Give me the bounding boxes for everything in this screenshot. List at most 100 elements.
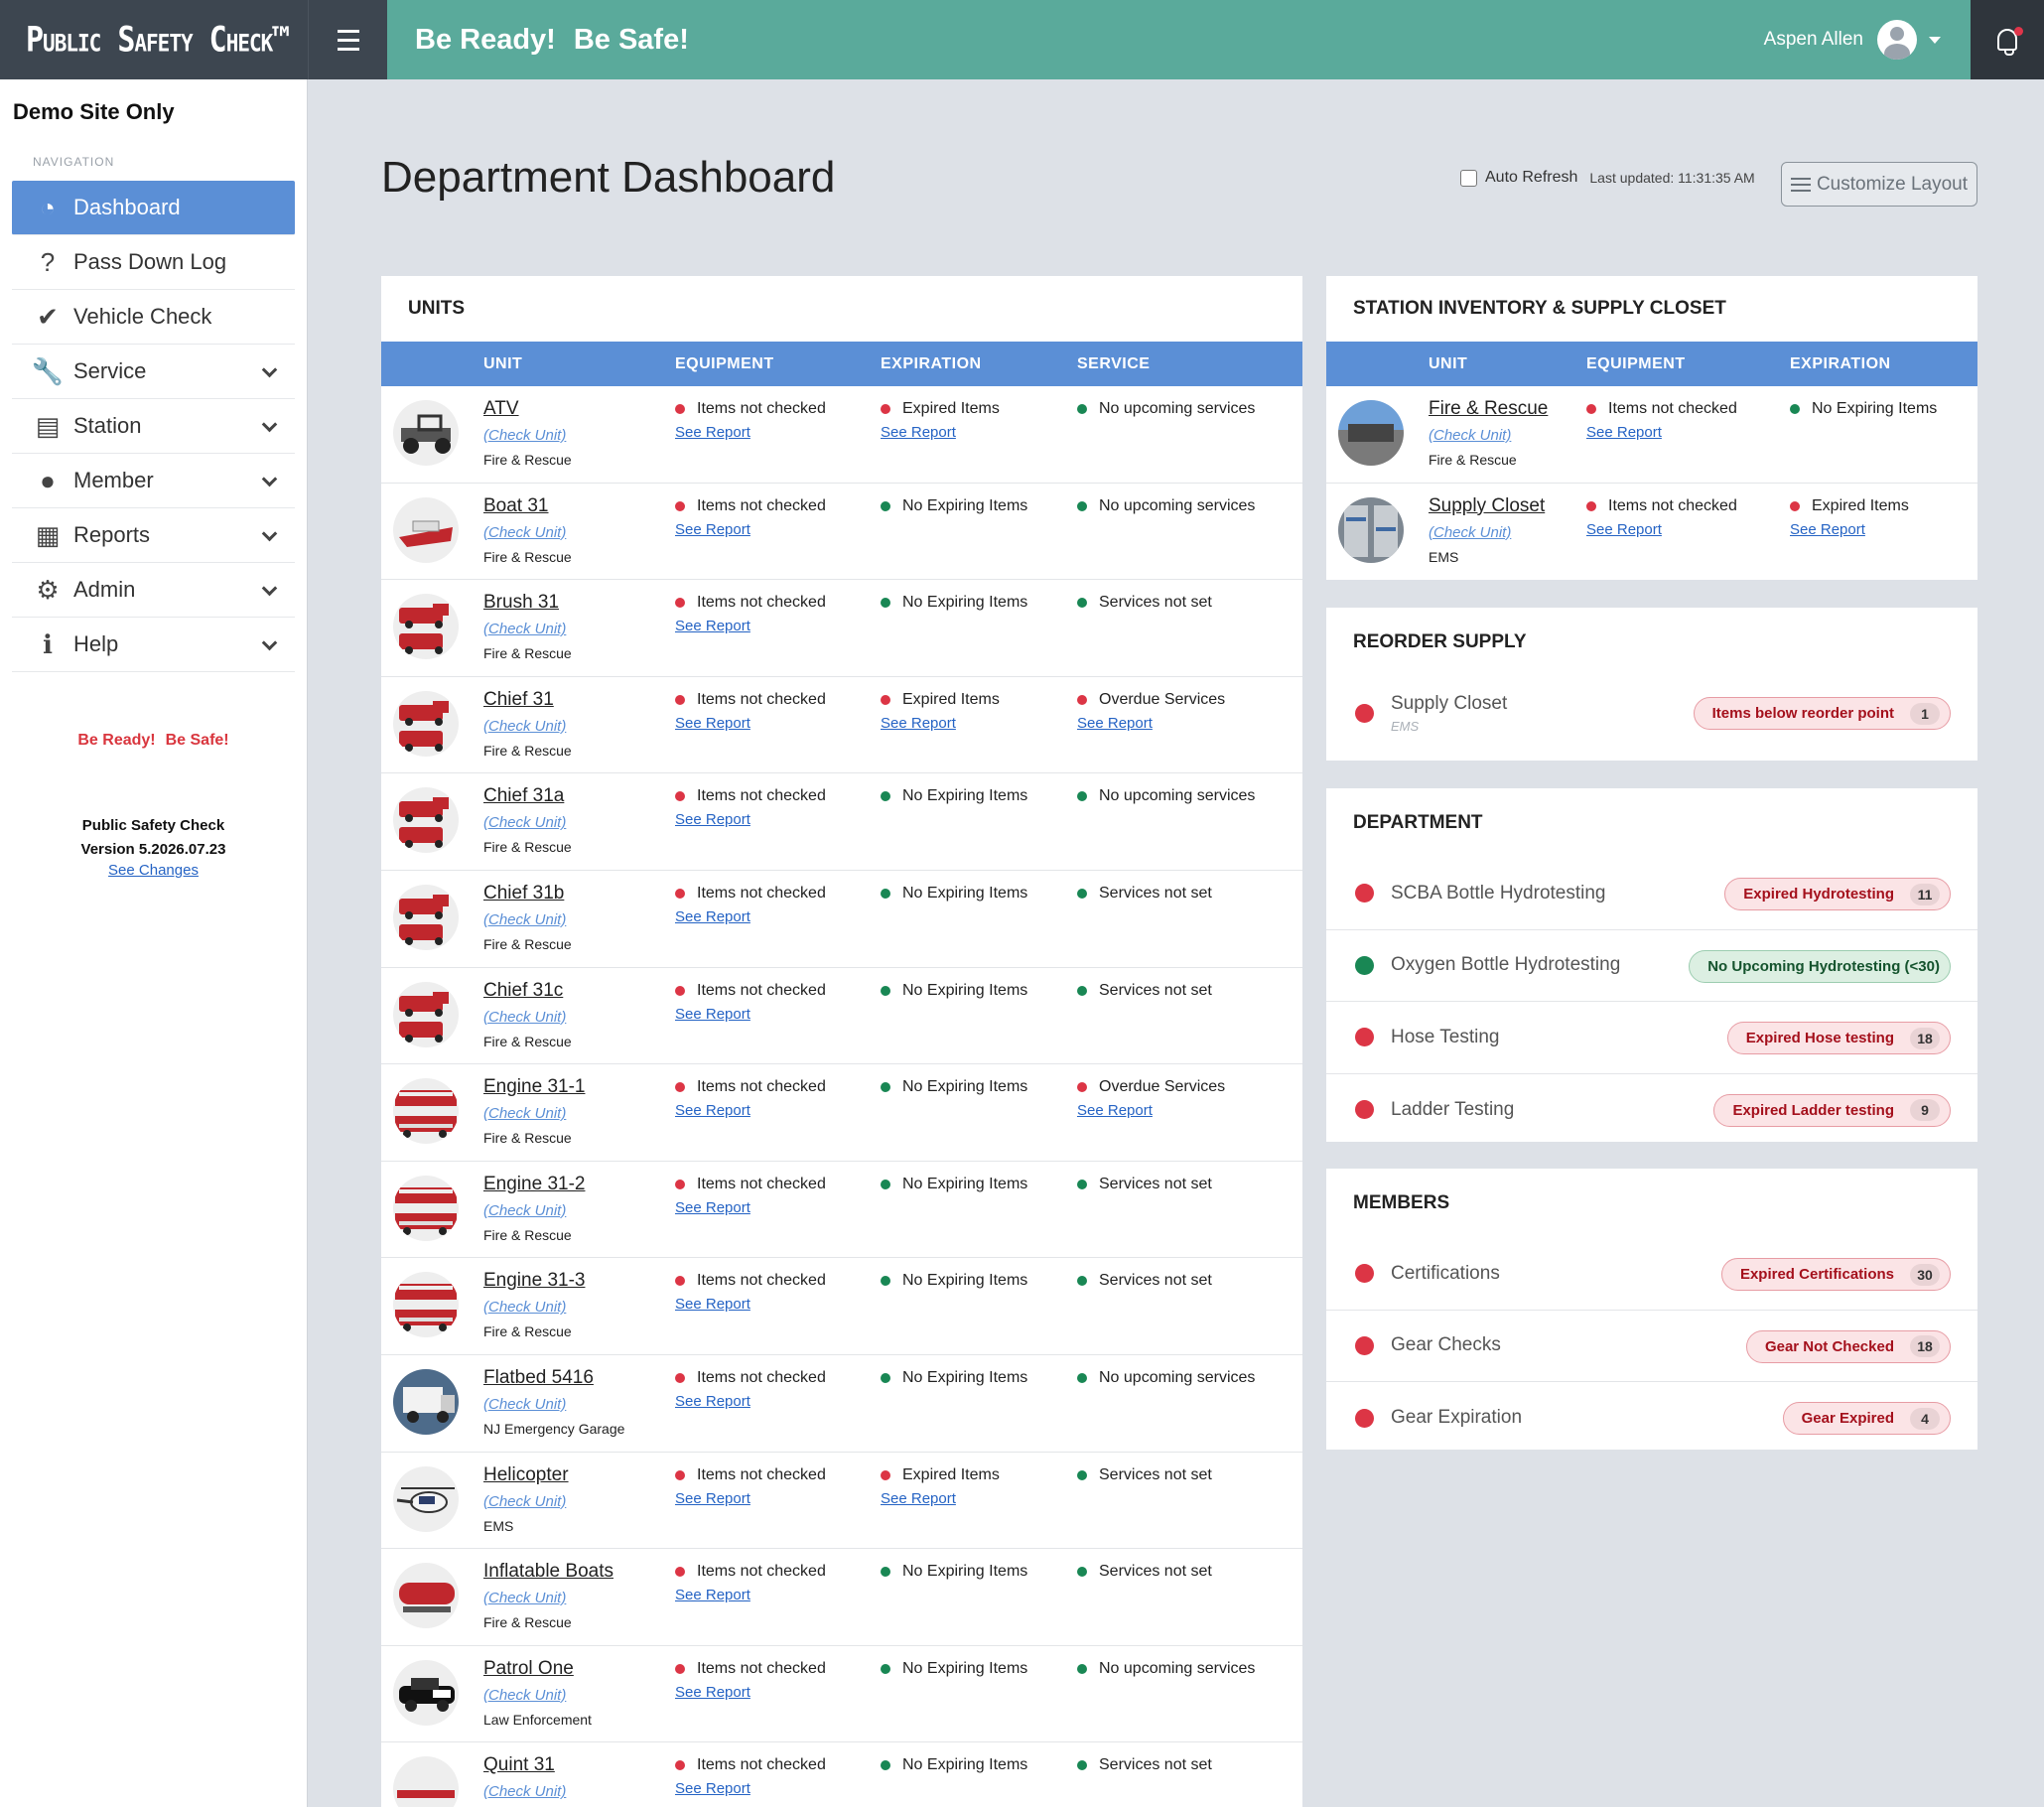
status-badge[interactable]: No Upcoming Hydrotesting (<30)	[1689, 949, 1951, 983]
list-item[interactable]: Supply Closet EMS Items below reorder poin…	[1326, 677, 1977, 750]
auto-refresh-label[interactable]: Auto Refresh	[1485, 169, 1577, 187]
unit-name-link[interactable]: Chief 31	[483, 689, 554, 711]
equipment-see-report-link[interactable]: See Report	[675, 521, 750, 538]
status-badge[interactable]: Gear Not Checked 18	[1745, 1329, 1951, 1363]
check-unit-link[interactable]: (Check Unit)	[483, 718, 566, 735]
equipment-see-report-link[interactable]: See Report	[675, 1102, 750, 1119]
list-item[interactable]: Gear Expiration Gear Expired 4	[1326, 1382, 1977, 1455]
unit-photo	[393, 1756, 459, 1807]
check-unit-link[interactable]: (Check Unit)	[483, 1105, 566, 1122]
equipment-see-report-link[interactable]: See Report	[1586, 521, 1662, 538]
sidebar-item-service[interactable]: 🔧 Service	[12, 345, 295, 399]
status-badge[interactable]: Expired Ladder testing 9	[1713, 1093, 1951, 1127]
unit-name-link[interactable]: Brush 31	[483, 592, 559, 614]
unit-name-link[interactable]: Chief 31c	[483, 980, 563, 1002]
equipment-see-report-link[interactable]: See Report	[675, 1199, 750, 1216]
status-badge[interactable]: Expired Hydrotesting 11	[1724, 878, 1951, 910]
unit-name-link[interactable]: Fire & Rescue	[1429, 398, 1548, 420]
list-item[interactable]: Ladder Testing Expired Ladder testing 9	[1326, 1074, 1977, 1147]
expiration-see-report-link[interactable]: See Report	[881, 1490, 956, 1507]
unit-name-link[interactable]: Engine 31-2	[483, 1174, 585, 1195]
sidebar-item-vehicle-check[interactable]: ✔ Vehicle Check	[12, 290, 295, 345]
list-item[interactable]: Gear Checks Gear Not Checked 18	[1326, 1311, 1977, 1382]
list-item[interactable]: Certifications Expired Certifications 30	[1326, 1238, 1977, 1311]
notifications-button[interactable]	[1971, 0, 2044, 79]
expiration-see-report-link[interactable]: See Report	[1790, 521, 1865, 538]
unit-name-link[interactable]: Inflatable Boats	[483, 1561, 613, 1583]
status-badge[interactable]: Expired Hose testing 18	[1726, 1022, 1951, 1054]
unit-name-link[interactable]: Chief 31a	[483, 785, 564, 807]
see-changes-link[interactable]: See Changes	[0, 862, 307, 879]
check-unit-link[interactable]: (Check Unit)	[483, 1202, 566, 1219]
equipment-see-report-link[interactable]: See Report	[675, 1006, 750, 1023]
expiration-status-text: No Expiring Items	[902, 594, 1028, 612]
equipment-see-report-link[interactable]: See Report	[675, 424, 750, 441]
equipment-see-report-link[interactable]: See Report	[675, 1684, 750, 1701]
check-unit-link[interactable]: (Check Unit)	[1429, 524, 1511, 541]
expiration-see-report-link[interactable]: See Report	[881, 715, 956, 732]
list-item-name: SCBA Bottle Hydrotesting	[1391, 883, 1606, 904]
menu-toggle-button[interactable]	[308, 0, 387, 79]
equipment-see-report-link[interactable]: See Report	[1586, 424, 1662, 441]
service-status: No upcoming services	[1077, 1369, 1255, 1387]
unit-name-link[interactable]: ATV	[483, 398, 519, 420]
unit-name-link[interactable]: Chief 31b	[483, 883, 564, 904]
sidebar-item-admin[interactable]: ⚙ Admin	[12, 563, 295, 618]
unit-name-link[interactable]: Supply Closet	[1429, 495, 1545, 517]
check-unit-link[interactable]: (Check Unit)	[1429, 427, 1511, 444]
equipment-see-report-link[interactable]: See Report	[675, 811, 750, 828]
equipment-see-report-link[interactable]: See Report	[675, 1296, 750, 1313]
unit-name-link[interactable]: Engine 31-3	[483, 1270, 585, 1292]
sidebar-item-member[interactable]: ● Member	[12, 454, 295, 508]
badge-label: No Upcoming Hydrotesting (<30)	[1707, 957, 1940, 975]
check-unit-link[interactable]: (Check Unit)	[483, 621, 566, 637]
unit-name-link[interactable]: Engine 31-1	[483, 1076, 585, 1098]
customize-layout-button[interactable]: Customize Layout	[1781, 162, 1977, 207]
unit-name-link[interactable]: Patrol One	[483, 1658, 574, 1680]
expiration-see-report-link[interactable]: See Report	[881, 424, 956, 441]
check-unit-link[interactable]: (Check Unit)	[483, 1009, 566, 1026]
unit-name-link[interactable]: Flatbed 5416	[483, 1367, 594, 1389]
equipment-see-report-link[interactable]: See Report	[675, 1490, 750, 1507]
list-item[interactable]: Hose Testing Expired Hose testing 18	[1326, 1002, 1977, 1074]
check-unit-link[interactable]: (Check Unit)	[483, 524, 566, 541]
brand-logo[interactable]: Public Safety Check™	[0, 0, 308, 79]
equipment-see-report-link[interactable]: See Report	[675, 618, 750, 634]
equipment-see-report-link[interactable]: See Report	[675, 1393, 750, 1410]
sidebar-item-pass-down-log[interactable]: ? Pass Down Log	[12, 235, 295, 290]
sidebar-item-reports[interactable]: ▦ Reports	[12, 508, 295, 563]
equipment-see-report-link[interactable]: See Report	[675, 908, 750, 925]
unit-name-link[interactable]: Quint 31	[483, 1754, 555, 1776]
check-unit-link[interactable]: (Check Unit)	[483, 1783, 566, 1800]
service-see-report-link[interactable]: See Report	[1077, 1102, 1153, 1119]
service-see-report-link[interactable]: See Report	[1077, 715, 1153, 732]
sidebar-item-dashboard[interactable]: ◔ Dashboard	[12, 181, 295, 235]
check-unit-link[interactable]: (Check Unit)	[483, 1590, 566, 1606]
check-unit-link[interactable]: (Check Unit)	[483, 1396, 566, 1413]
check-unit-link[interactable]: (Check Unit)	[483, 1299, 566, 1316]
check-unit-link[interactable]: (Check Unit)	[483, 427, 566, 444]
expiration-status: No Expiring Items	[881, 1756, 1027, 1774]
status-badge[interactable]: Items below reorder point 1	[1693, 697, 1951, 730]
unit-name-link[interactable]: Helicopter	[483, 1464, 569, 1486]
unit-name-link[interactable]: Boat 31	[483, 495, 549, 517]
status-badge[interactable]: Gear Expired 4	[1782, 1402, 1951, 1435]
sidebar-item-station[interactable]: ▤ Station	[12, 399, 295, 454]
check-unit-link[interactable]: (Check Unit)	[483, 1687, 566, 1704]
sidebar-item-help[interactable]: ℹ Help	[12, 618, 295, 672]
version-number: Version 5.2026.07.23	[80, 841, 226, 858]
table-row: Brush 31 (Check Unit) Fire & Rescue Items n…	[381, 580, 1302, 677]
auto-refresh-checkbox[interactable]	[1460, 169, 1477, 187]
user-menu[interactable]: Aspen Allen	[1764, 0, 1941, 79]
equipment-see-report-link[interactable]: See Report	[675, 1780, 750, 1797]
check-unit-link[interactable]: (Check Unit)	[483, 814, 566, 831]
list-item[interactable]: Oxygen Bottle Hydrotesting No Upcoming Hy…	[1326, 930, 1977, 1002]
check-unit-link[interactable]: (Check Unit)	[483, 1493, 566, 1510]
equipment-see-report-link[interactable]: See Report	[675, 1587, 750, 1603]
equipment-see-report-link[interactable]: See Report	[675, 715, 750, 732]
unit-photo	[393, 884, 459, 950]
status-badge[interactable]: Expired Certifications 30	[1720, 1258, 1951, 1291]
green-status-dot-icon	[1077, 404, 1087, 414]
list-item[interactable]: SCBA Bottle Hydrotesting Expired Hydrotes…	[1326, 858, 1977, 930]
check-unit-link[interactable]: (Check Unit)	[483, 911, 566, 928]
